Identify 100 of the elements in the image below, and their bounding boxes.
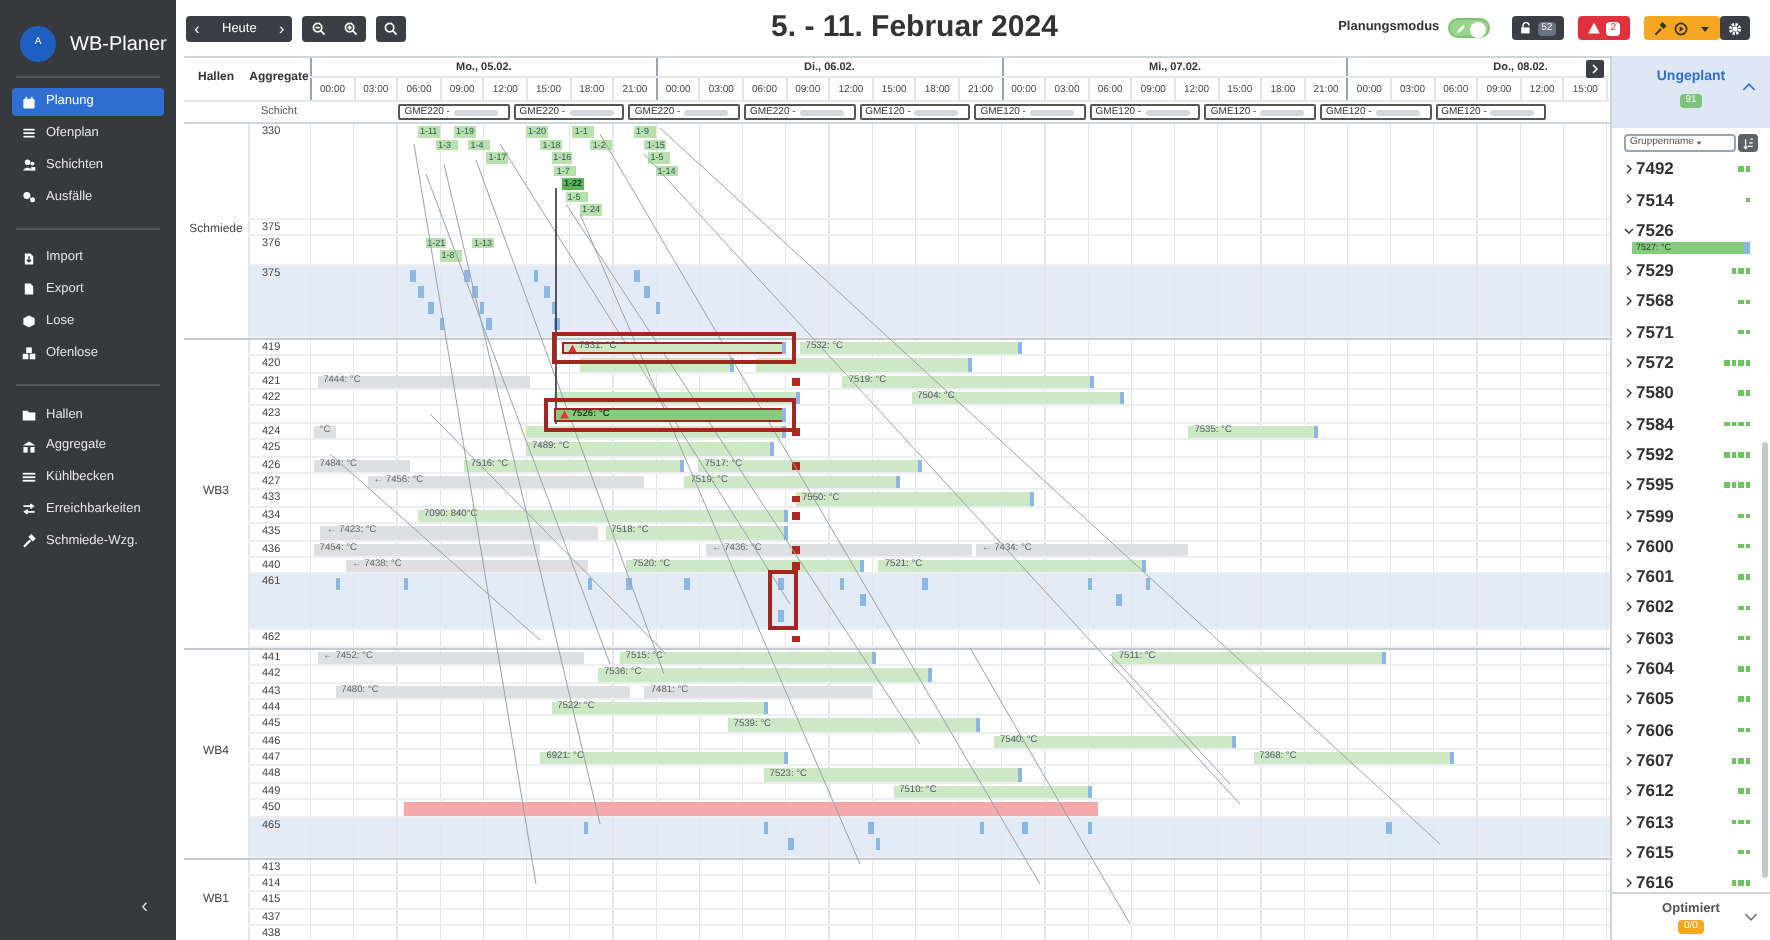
capacity-tick — [644, 285, 650, 298]
group-label[interactable]: 7529 — [1636, 258, 1674, 284]
people-icon — [22, 158, 36, 173]
play-circle-icon — [1674, 21, 1688, 35]
capacity-tick — [1022, 821, 1028, 834]
chevron-right-icon[interactable] — [1624, 633, 1634, 644]
chevron-right-icon[interactable] — [1624, 541, 1634, 552]
group-label[interactable]: 7526 — [1636, 217, 1674, 244]
chevron-right-icon[interactable] — [1624, 296, 1634, 307]
group-label[interactable]: 7607 — [1636, 747, 1674, 774]
chevron-right-icon[interactable] — [1624, 663, 1634, 674]
chevron-right-icon[interactable] — [1624, 786, 1634, 797]
group-label[interactable]: 7616 — [1636, 870, 1674, 892]
task-bar[interactable] — [580, 358, 735, 372]
scrollbar[interactable] — [1762, 442, 1768, 878]
group-label[interactable]: 7613 — [1636, 809, 1674, 835]
chevron-right-icon[interactable] — [1624, 327, 1634, 338]
zoom-out-icon — [311, 21, 326, 35]
collapse-button[interactable]: ‹ — [141, 892, 148, 922]
group-label[interactable]: 7580 — [1636, 380, 1674, 407]
capacity-tick — [684, 578, 690, 591]
list-icon — [22, 126, 36, 141]
group-label[interactable]: 7602 — [1636, 594, 1674, 621]
chevron-right-icon[interactable] — [1624, 388, 1634, 399]
capacity-tick — [472, 285, 477, 298]
group-label[interactable]: 7514 — [1636, 187, 1674, 213]
chevron-right-icon[interactable] — [1624, 419, 1634, 430]
cubes-icon — [22, 346, 36, 361]
capacity-tick — [922, 578, 927, 591]
capacity-tick — [860, 594, 866, 607]
group-label[interactable]: 7595 — [1636, 472, 1674, 498]
chevron-right-icon[interactable] — [1624, 164, 1634, 175]
chevron-right-icon[interactable] — [1624, 194, 1634, 205]
capacity-tick — [418, 285, 423, 298]
chevron-right-icon[interactable] — [1624, 694, 1634, 705]
chevron-right-icon[interactable] — [1624, 602, 1634, 613]
capacity-tick — [533, 269, 539, 282]
capacity-tick — [626, 578, 632, 591]
next-button[interactable]: › — [270, 15, 293, 41]
group-label[interactable]: 7615 — [1636, 839, 1674, 866]
warehouse-icon — [22, 439, 36, 454]
chevron-right-icon[interactable] — [1624, 572, 1634, 582]
capacity-tick — [788, 837, 794, 850]
arrows-icon — [22, 502, 36, 517]
mode-toggle[interactable] — [1447, 18, 1490, 38]
capacity-tick — [1145, 578, 1151, 591]
settings-button[interactable] — [1720, 16, 1750, 40]
capacity-tick — [1386, 821, 1392, 834]
chevron-up-icon[interactable] — [1742, 80, 1756, 94]
cube-icon — [22, 314, 36, 329]
chevron-right-icon[interactable] — [1624, 357, 1634, 368]
group-label[interactable]: 7605 — [1636, 686, 1674, 713]
app-name: WB-Planer — [70, 31, 167, 59]
group-label[interactable]: 7604 — [1636, 656, 1674, 682]
calendar-icon — [22, 95, 36, 109]
group-label[interactable]: 7603 — [1636, 625, 1674, 651]
capacity-tick — [583, 821, 589, 834]
chevron-right-icon[interactable] — [1624, 480, 1634, 491]
group-label[interactable]: 7599 — [1636, 503, 1674, 529]
sort-button[interactable] — [1738, 134, 1758, 152]
previous-button[interactable]: ‹ — [186, 15, 208, 41]
capacity-tick — [464, 269, 470, 282]
group-label[interactable]: 7612 — [1636, 778, 1674, 804]
task-bar[interactable] — [554, 392, 800, 405]
chevron-right-icon[interactable] — [1624, 755, 1634, 766]
group-label[interactable]: 7600 — [1636, 533, 1674, 560]
group-label[interactable]: 7572 — [1636, 350, 1674, 376]
expand-button[interactable] — [1586, 60, 1604, 78]
group-label[interactable]: 7606 — [1636, 717, 1674, 743]
padlock-icon — [1519, 22, 1532, 34]
search-button[interactable] — [376, 15, 407, 41]
optimize-button[interactable] — [1644, 16, 1720, 40]
group-label[interactable]: 7584 — [1636, 411, 1674, 437]
task-bar[interactable] — [526, 425, 786, 439]
chevron-right-icon[interactable] — [1624, 266, 1634, 277]
chevron-right-icon[interactable] — [1624, 510, 1634, 521]
group-label[interactable]: 7571 — [1636, 319, 1674, 345]
group-label[interactable]: 7601 — [1636, 564, 1674, 590]
warning-icon — [568, 343, 577, 353]
caret-icon — [1700, 23, 1710, 33]
capacity-tick — [875, 837, 881, 850]
chevron-right-icon[interactable] — [1624, 449, 1634, 460]
capacity-tick — [479, 301, 485, 314]
capacity-tick — [544, 285, 549, 298]
chevron-right-icon[interactable] — [1624, 724, 1634, 735]
folder-icon — [22, 407, 36, 422]
chevron-right-icon[interactable] — [1624, 877, 1634, 888]
warning-icon — [1588, 22, 1601, 34]
capacity-tick — [634, 269, 639, 282]
capacity-tick — [486, 317, 492, 330]
chevron-right-icon[interactable] — [1624, 847, 1634, 858]
caret-icon — [1695, 140, 1702, 146]
group-label[interactable]: 7568 — [1636, 288, 1674, 315]
task-bar[interactable] — [756, 358, 973, 372]
chevron-right-icon[interactable] — [1624, 816, 1634, 827]
capacity-tick — [587, 578, 593, 591]
group-label[interactable]: 7592 — [1636, 441, 1674, 468]
capacity-tick — [554, 317, 560, 330]
chevron-down-icon[interactable] — [1624, 225, 1634, 236]
group-label[interactable]: 7492 — [1636, 156, 1674, 183]
